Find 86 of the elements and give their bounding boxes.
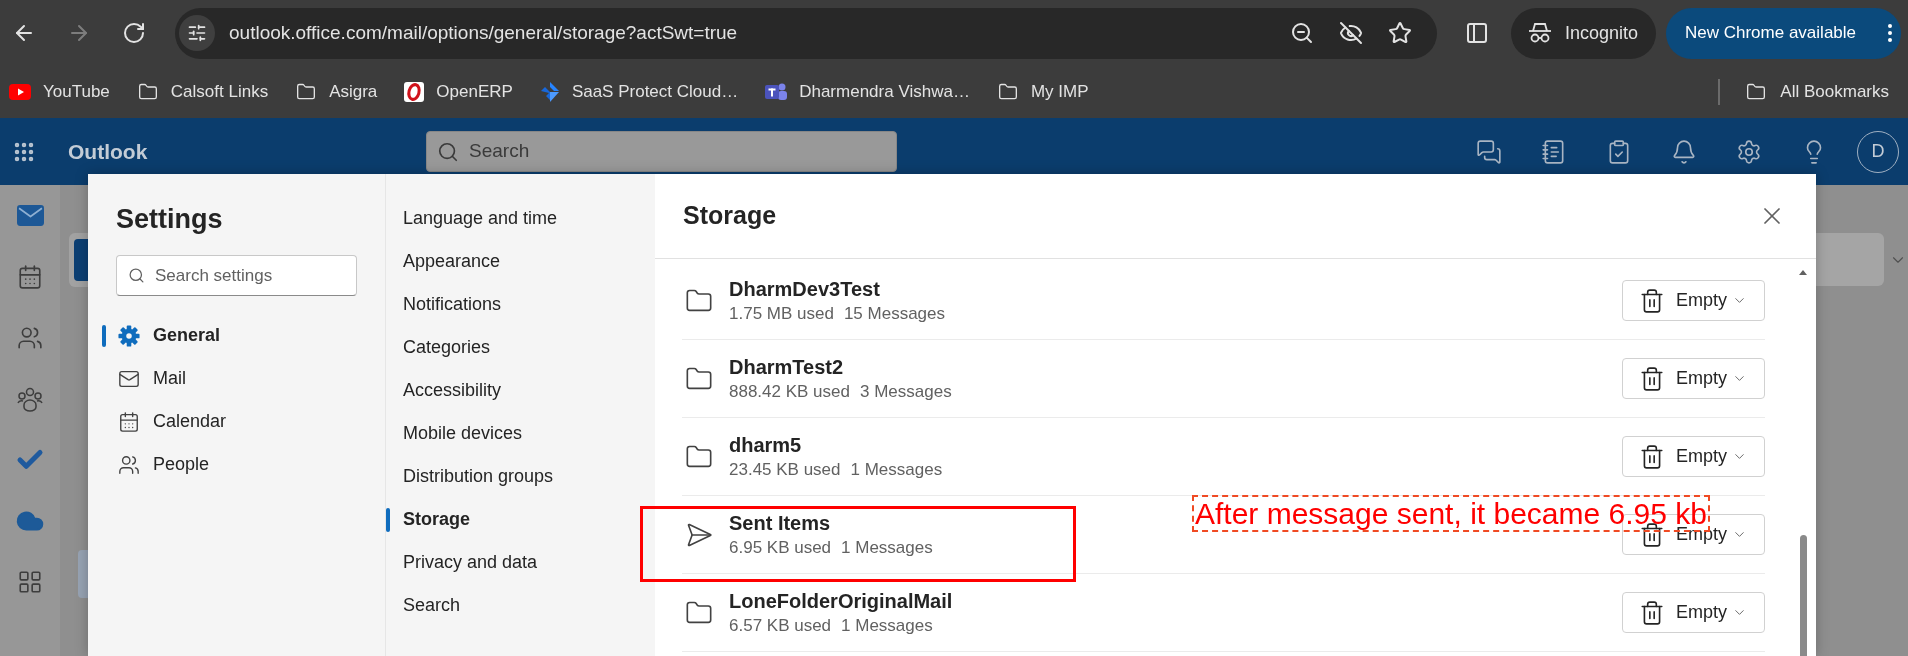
settings-menu-item[interactable]: Privacy and data: [386, 541, 655, 584]
settings-category[interactable]: Mail: [102, 357, 385, 400]
ring-logo-icon: [404, 82, 425, 102]
tune-icon[interactable]: [179, 15, 215, 51]
message-count: 3 Messages: [860, 380, 952, 403]
chevron-logo-icon: [539, 82, 560, 102]
folder-size: 888.42 KB used: [729, 380, 850, 403]
settings-title: Settings: [116, 203, 224, 236]
app-name: Outlook: [68, 138, 148, 165]
pane-title: Storage: [683, 200, 777, 232]
settings-menu-item[interactable]: Accessibility: [386, 369, 655, 412]
folder-name: LoneFolderOriginalMail: [729, 588, 953, 614]
settings-menu-item[interactable]: Language and time: [386, 197, 655, 240]
settings-category[interactable]: General: [102, 314, 385, 357]
settings-menu-item[interactable]: Search: [386, 584, 655, 627]
bookmark-link[interactable]: OpenERP: [404, 79, 513, 105]
group-icon[interactable]: [17, 385, 43, 412]
folder-name: dharm5: [729, 432, 803, 458]
empty-button[interactable]: Empty: [1622, 358, 1765, 399]
calendar-icon: [118, 410, 140, 433]
folder-name: DharmTest2: [729, 354, 845, 380]
settings-menu-item[interactable]: Distribution groups: [386, 455, 655, 498]
settings-icon[interactable]: [1736, 138, 1762, 165]
settings-menu-item[interactable]: Storage: [386, 498, 655, 541]
message-count: 15 Messages: [843, 302, 946, 325]
search-icon: [437, 140, 459, 163]
settings-category[interactable]: Calendar: [102, 400, 385, 443]
folder-size: 6.95 KB used: [729, 536, 832, 559]
trash-icon: [1639, 599, 1665, 626]
settings-menu-item[interactable]: Mobile devices: [386, 412, 655, 455]
star-icon[interactable]: [1388, 21, 1412, 45]
reload-icon[interactable]: [122, 21, 146, 45]
chat-bubbles-icon[interactable]: [1476, 138, 1502, 165]
message-count: 1 Messages: [841, 536, 933, 559]
empty-button[interactable]: Empty: [1622, 592, 1765, 633]
settings-menu-item[interactable]: Appearance: [386, 240, 655, 283]
bookmark-link[interactable]: Dharmendra Vishwa…: [765, 79, 970, 105]
search-field[interactable]: Search settings: [116, 255, 357, 296]
folder-size: 6.57 KB used: [729, 614, 832, 637]
message-count: 1 Messages: [850, 458, 943, 481]
calendar-icon[interactable]: [17, 263, 43, 290]
bookmark-link[interactable]: YouTube: [9, 79, 110, 105]
profile-button[interactable]: Incognito: [1511, 7, 1656, 59]
eye-off-icon[interactable]: [1339, 21, 1363, 45]
trash-icon: [1639, 443, 1665, 470]
bookmark-link[interactable]: Asigra: [295, 79, 378, 105]
bookmark-link[interactable]: SaaS Protect Cloud…: [539, 79, 739, 105]
folder-icon: [996, 82, 1019, 102]
folder-size: 23.45 KB used: [729, 458, 841, 481]
apps-grid-icon[interactable]: [17, 568, 43, 595]
people-icon[interactable]: [17, 324, 43, 351]
folder-icon: [136, 82, 159, 102]
settings-category[interactable]: People: [102, 443, 385, 486]
settings-menu-item[interactable]: Notifications: [386, 283, 655, 326]
play-logo-icon: [9, 84, 31, 100]
folder-size: 1.75 MB used: [729, 302, 834, 325]
trash-icon: [1639, 365, 1665, 392]
more-options-icon: [1888, 24, 1892, 42]
card-edge: [1816, 233, 1884, 286]
folder-icon: [1745, 82, 1768, 102]
search-icon: [128, 267, 145, 284]
folder-icon: [295, 82, 318, 102]
side-panel-icon[interactable]: [1465, 21, 1489, 45]
all-bookmarks-link[interactable]: All Bookmarks: [1745, 79, 1889, 105]
bookmark-link[interactable]: Calsoft Links: [136, 79, 269, 105]
mail-icon[interactable]: [16, 205, 44, 226]
folder-name: Sent Items: [729, 510, 832, 536]
scrollbar-thumb[interactable]: [1799, 535, 1807, 656]
scroll-up-arrow-icon[interactable]: [1799, 270, 1807, 275]
people-tile-logo-icon: [765, 82, 788, 102]
update-button[interactable]: New Chrome available: [1666, 7, 1901, 59]
settings-menu-item[interactable]: Categories: [386, 326, 655, 369]
empty-button[interactable]: Empty: [1622, 436, 1765, 477]
message-count: 1 Messages: [841, 614, 933, 637]
address-bar[interactable]: outlook.office.com/mail/options/general/storage?actSwt=true: [175, 7, 1437, 59]
bookmark-link[interactable]: My IMP: [996, 79, 1089, 105]
gear-icon: [118, 324, 140, 347]
hat-and-glasses-icon: [1528, 23, 1552, 43]
search-field[interactable]: Search: [426, 131, 897, 172]
zoom-out-icon[interactable]: [1290, 21, 1314, 45]
empty-button[interactable]: Empty: [1622, 280, 1765, 321]
people-icon: [118, 453, 140, 476]
trash-icon: [1639, 287, 1665, 314]
folder-name: DharmDev3Test: [729, 276, 881, 302]
url-text: outlook.office.com/mail/options/general/storage?actSwt=true: [229, 20, 738, 45]
notifications-icon[interactable]: [1671, 138, 1697, 165]
